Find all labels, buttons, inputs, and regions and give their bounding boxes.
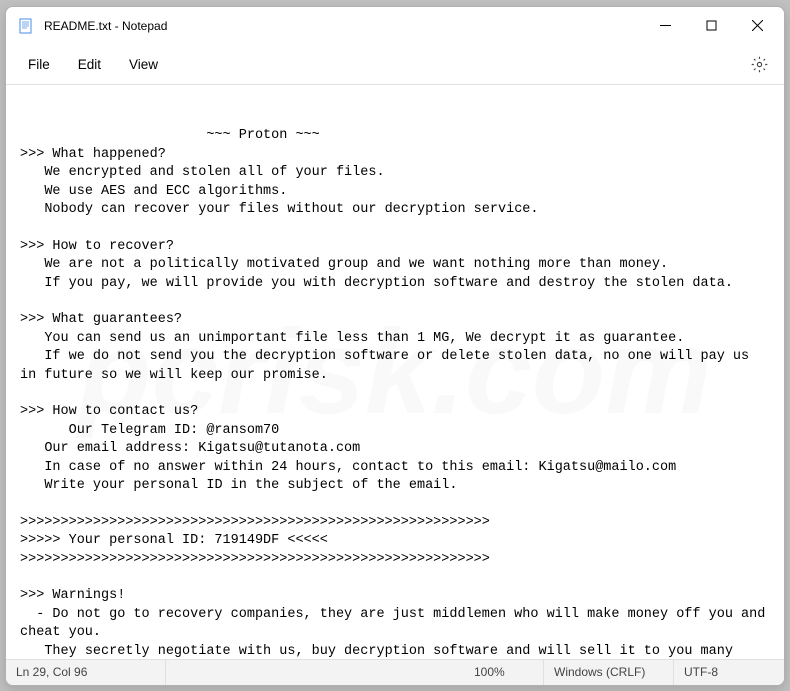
window-title: README.txt - Notepad: [44, 19, 642, 33]
menu-edit[interactable]: Edit: [64, 51, 115, 78]
status-position: Ln 29, Col 96: [6, 660, 166, 685]
text-area[interactable]: pcrisk.com ~~~ Proton ~~~ >>> What happe…: [6, 85, 784, 659]
status-line-ending: Windows (CRLF): [544, 660, 674, 685]
status-zoom[interactable]: 100%: [464, 660, 544, 685]
notepad-window: README.txt - Notepad File Edit View pcri…: [5, 6, 785, 686]
menubar: File Edit View: [6, 45, 784, 85]
status-encoding: UTF-8: [674, 660, 784, 685]
menu-view[interactable]: View: [115, 51, 172, 78]
close-button[interactable]: [734, 10, 780, 42]
statusbar: Ln 29, Col 96 100% Windows (CRLF) UTF-8: [6, 659, 784, 685]
document-text: ~~~ Proton ~~~ >>> What happened? We enc…: [20, 128, 773, 658]
menu-file[interactable]: File: [14, 51, 64, 78]
maximize-button[interactable]: [688, 10, 734, 42]
window-controls: [642, 10, 780, 42]
titlebar: README.txt - Notepad: [6, 7, 784, 45]
settings-button[interactable]: [742, 47, 776, 81]
notepad-icon: [18, 18, 34, 34]
minimize-button[interactable]: [642, 10, 688, 42]
